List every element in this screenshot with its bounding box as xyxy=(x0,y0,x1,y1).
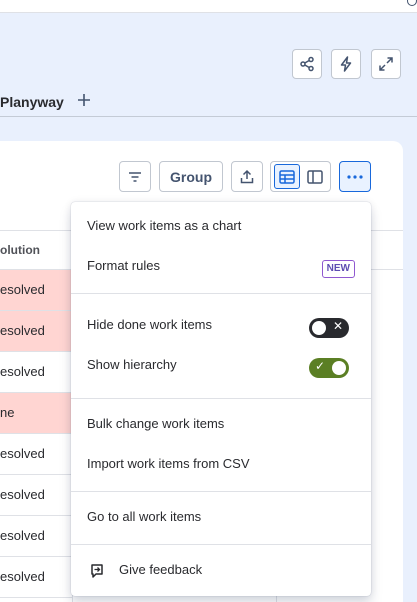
menu-item-label: Go to all work items xyxy=(87,509,202,524)
column-header-resolution[interactable]: olution xyxy=(0,243,40,257)
group-button[interactable]: Group xyxy=(159,161,223,192)
search-icon[interactable] xyxy=(407,0,417,6)
hide-done-toggle[interactable]: ✕ xyxy=(309,318,349,338)
resolution-cell: esolved xyxy=(0,282,45,297)
menu-item-label: View work items as a chart xyxy=(87,218,242,233)
toggle-knob xyxy=(332,361,346,375)
menu-item-import-csv[interactable]: Import work items from CSV xyxy=(71,445,371,485)
table-row[interactable]: esolved xyxy=(0,516,72,557)
menu-item-label: Show hierarchy xyxy=(87,357,177,372)
more-actions-menu: View work items as a chart Format rules … xyxy=(71,202,371,596)
table-view-icon xyxy=(279,169,295,184)
lightning-icon xyxy=(340,56,352,72)
menu-item-label: Give feedback xyxy=(119,562,203,577)
export-button[interactable] xyxy=(231,161,263,192)
detail-view-button[interactable] xyxy=(302,164,328,189)
export-icon xyxy=(240,169,254,183)
view-switcher xyxy=(270,161,331,192)
filter-button[interactable] xyxy=(119,161,151,192)
plus-icon xyxy=(78,94,90,106)
detail-view-icon xyxy=(307,169,323,184)
table-row[interactable]: esolved xyxy=(0,475,72,516)
more-icon xyxy=(347,174,363,179)
menu-item-give-feedback[interactable]: Give feedback xyxy=(71,551,371,591)
fullscreen-button[interactable] xyxy=(371,49,401,79)
table-row[interactable]: esolved xyxy=(0,434,72,475)
resolution-cell: esolved xyxy=(0,323,45,338)
menu-divider xyxy=(71,491,371,492)
menu-divider xyxy=(71,293,371,294)
menu-item-bulk-change[interactable]: Bulk change work items xyxy=(71,405,371,445)
menu-divider xyxy=(71,544,371,545)
table-row[interactable]: esolved xyxy=(0,557,72,598)
resolution-cell: esolved xyxy=(0,446,45,461)
table-view-button[interactable] xyxy=(274,164,300,189)
menu-item-label: Hide done work items xyxy=(87,317,212,332)
tab-planyway[interactable]: Planyway xyxy=(0,94,64,110)
menu-item-show-hierarchy[interactable]: Show hierarchy ✓ xyxy=(71,346,371,386)
menu-divider xyxy=(71,398,371,399)
resolution-cell: esolved xyxy=(0,528,45,543)
menu-item-hide-done[interactable]: Hide done work items ✕ xyxy=(71,306,371,346)
add-tab-button[interactable] xyxy=(74,89,94,111)
toggle-knob xyxy=(312,321,326,335)
expand-icon xyxy=(379,57,393,71)
tab-bar: Planyway xyxy=(0,86,417,117)
table-row[interactable]: ne xyxy=(0,393,72,434)
share-button[interactable] xyxy=(292,49,322,79)
automation-button[interactable] xyxy=(331,49,361,79)
resolution-cell: esolved xyxy=(0,487,45,502)
show-hierarchy-toggle[interactable]: ✓ xyxy=(309,358,349,378)
table-row[interactable]: esolved xyxy=(0,311,72,352)
menu-item-label: Bulk change work items xyxy=(87,416,225,431)
more-actions-button[interactable] xyxy=(339,161,371,192)
new-badge: NEW xyxy=(321,260,355,278)
close-icon: ✕ xyxy=(332,319,343,333)
menu-item-go-to-all[interactable]: Go to all work items xyxy=(71,498,371,538)
resolution-cell: ne xyxy=(0,405,15,420)
table-row[interactable]: esolved xyxy=(0,270,72,311)
resolution-cell: esolved xyxy=(0,569,45,584)
menu-item-label: Format rules xyxy=(87,258,160,273)
menu-item-format-rules[interactable]: Format rules NEW xyxy=(71,247,371,287)
menu-item-label: Import work items from CSV xyxy=(87,456,250,471)
filter-icon xyxy=(129,171,141,182)
resolution-cell: esolved xyxy=(0,364,45,379)
top-bar xyxy=(0,0,417,13)
menu-item-view-chart[interactable]: View work items as a chart xyxy=(71,207,371,247)
table-row[interactable]: esolved xyxy=(0,352,72,393)
feedback-icon xyxy=(91,564,103,578)
check-icon: ✓ xyxy=(315,359,326,373)
share-icon xyxy=(300,56,314,72)
